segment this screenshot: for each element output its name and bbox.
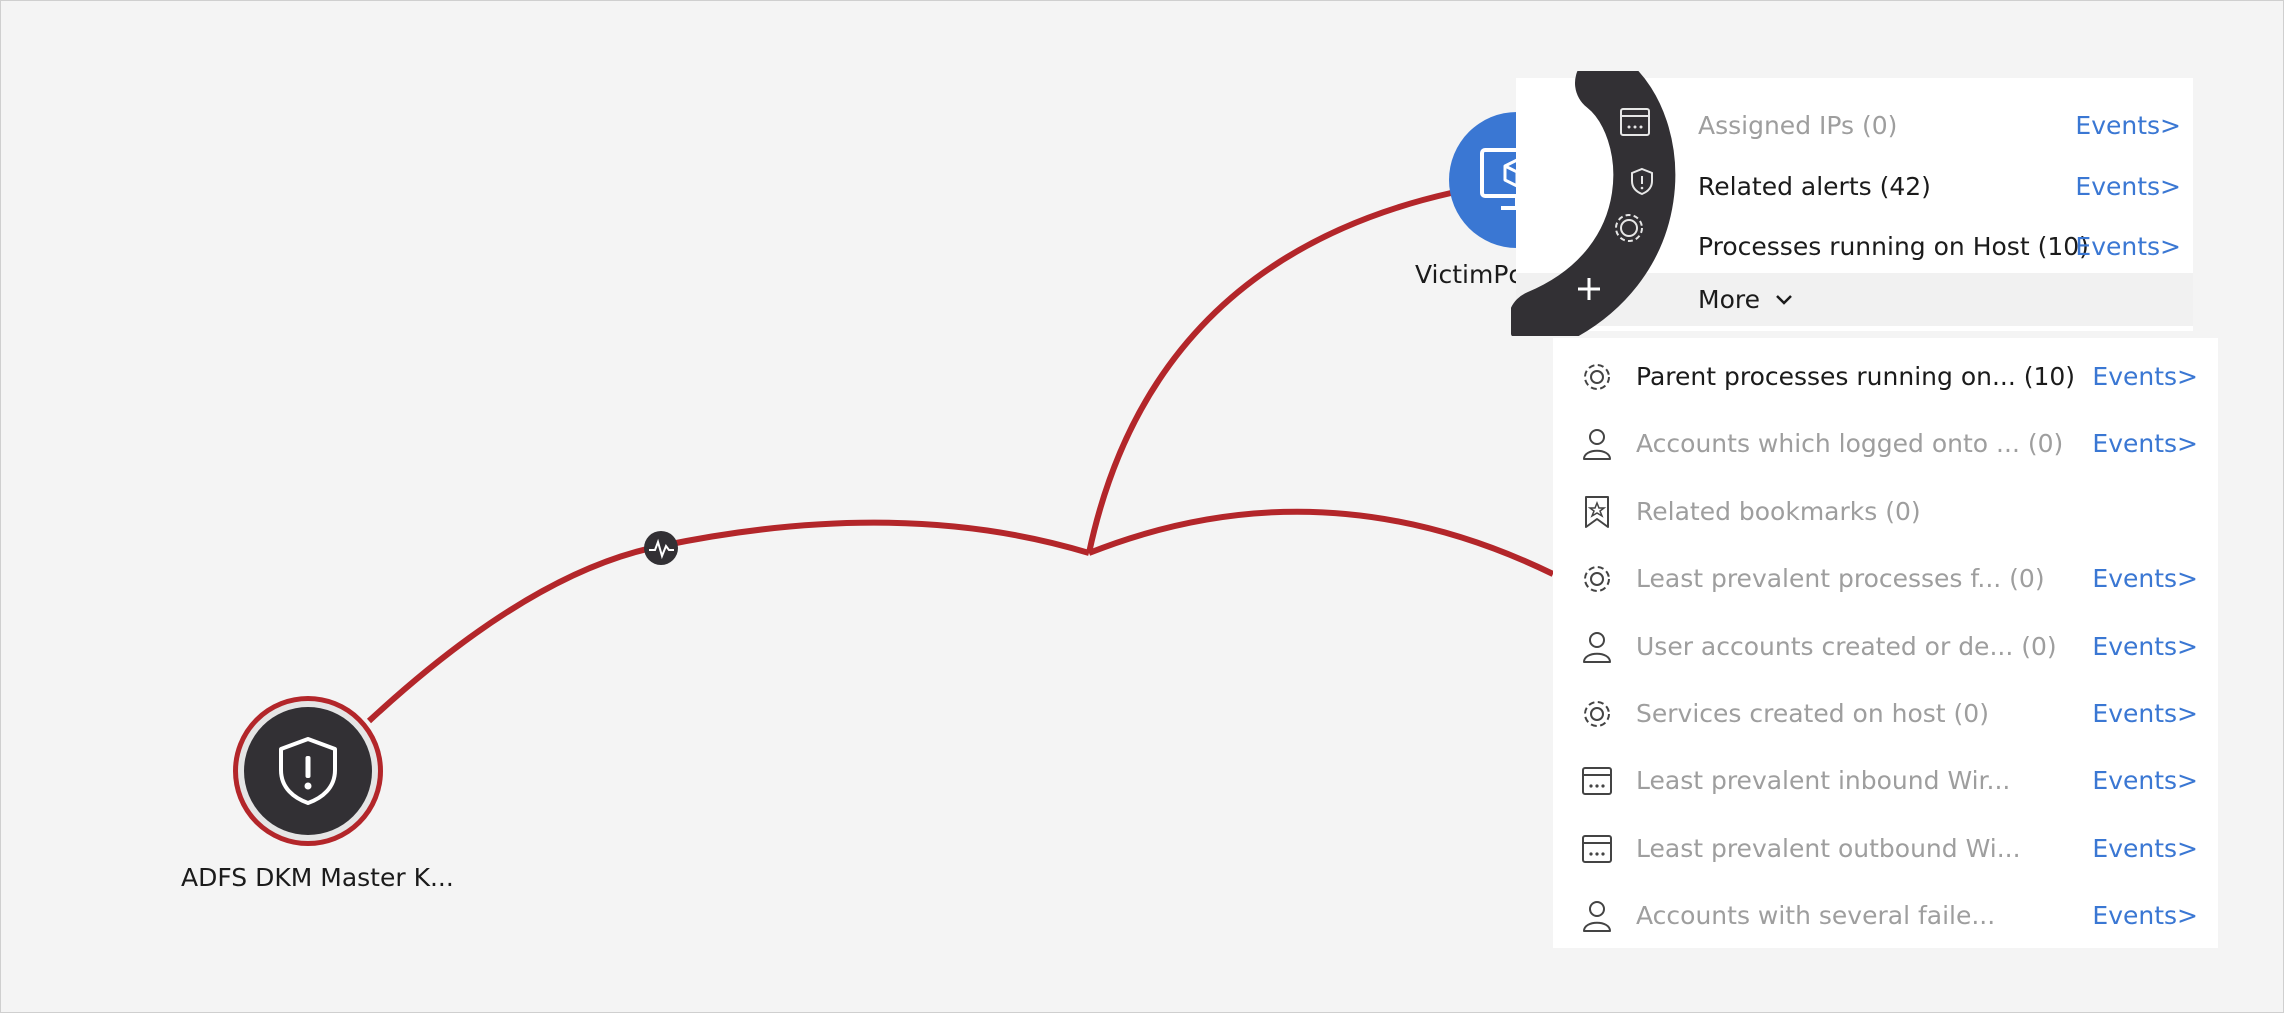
events-link[interactable]: Events>	[2092, 362, 2198, 391]
more-menu-item[interactable]: Least prevalent inbound Wir... Events>	[1553, 747, 2218, 814]
gear-icon	[1584, 566, 1610, 593]
activity-pulse-icon[interactable]	[644, 531, 678, 565]
more-menu-item-label: Least prevalent processes f... (0)	[1636, 564, 2045, 594]
events-link[interactable]: Events>	[2092, 766, 2198, 795]
more-menu-item-label: Least prevalent inbound Wir...	[1636, 766, 2011, 796]
more-menu-item[interactable]: Related bookmarks (0)	[1553, 478, 2218, 545]
events-link[interactable]: Events>	[2075, 232, 2181, 261]
chevron-down-icon	[1776, 294, 1792, 305]
events-link[interactable]: Events>	[2092, 429, 2198, 458]
events-link[interactable]: Events>	[2092, 564, 2198, 593]
edge-junction-to-host[interactable]	[1086, 190, 1452, 554]
gear-icon	[1584, 701, 1610, 727]
shield-exclamation-icon	[279, 737, 337, 805]
edge-alert-to-junction[interactable]	[366, 519, 1090, 724]
bookmark-star-icon	[1585, 495, 1609, 528]
alert-node-label: ADFS DKM Master K...	[181, 863, 454, 892]
investigation-graph-canvas[interactable]: ADFS DKM Master K... VictimPc Assigned I…	[0, 0, 2284, 1013]
more-menu-item[interactable]: User accounts created or de... (0) Events…	[1553, 613, 2218, 680]
more-menu-item-label: Parent processes running on... (10)	[1636, 362, 2076, 391]
more-menu-item-label: Services created on host (0)	[1636, 699, 1989, 728]
more-menu-item[interactable]: Least prevalent processes f... (0) Events…	[1553, 545, 2218, 612]
alert-node[interactable]	[233, 696, 383, 846]
events-link[interactable]: Events>	[2092, 901, 2198, 930]
person-icon	[1583, 429, 1611, 461]
events-link[interactable]: Events>	[2075, 111, 2181, 140]
events-link[interactable]: Events>	[2092, 699, 2198, 728]
host-node-label: VictimPc	[1415, 260, 1523, 289]
more-menu-item[interactable]: Least prevalent outbound Wi... Events>	[1553, 815, 2218, 882]
window-icon	[1582, 767, 1612, 796]
more-menu-item-label: Accounts which logged onto ... (0)	[1636, 429, 2064, 459]
person-icon	[1583, 631, 1611, 663]
more-label: More	[1698, 285, 1760, 314]
more-menu-item[interactable]: Parent processes running on... (10) Event…	[1553, 343, 2218, 410]
alert-node-core	[244, 707, 372, 835]
window-icon	[1582, 834, 1612, 863]
more-menu-item-label: Related bookmarks (0)	[1636, 496, 1921, 526]
events-link[interactable]: Events>	[2092, 632, 2198, 661]
more-menu-item[interactable]: Accounts with several faile... Events>	[1553, 882, 2218, 949]
events-link[interactable]: Events>	[2092, 834, 2198, 863]
gear-icon	[1584, 364, 1610, 390]
edge-junction-to-offscreen[interactable]	[1087, 508, 1555, 577]
more-menu-panel: Parent processes running on... (10) Event…	[1553, 338, 2218, 948]
more-menu-item[interactable]: Accounts which logged onto ... (0) Events…	[1553, 410, 2218, 477]
more-menu-item-label: Accounts with several faile...	[1636, 901, 1996, 931]
more-menu-item-label: User accounts created or de... (0)	[1636, 631, 2057, 661]
person-icon	[1583, 901, 1611, 933]
more-menu-item[interactable]: Services created on host (0) Events>	[1553, 680, 2218, 747]
events-link[interactable]: Events>	[2075, 172, 2181, 201]
more-menu-item-label: Least prevalent outbound Wi...	[1636, 833, 2021, 863]
radial-action-menu	[1511, 71, 1676, 336]
